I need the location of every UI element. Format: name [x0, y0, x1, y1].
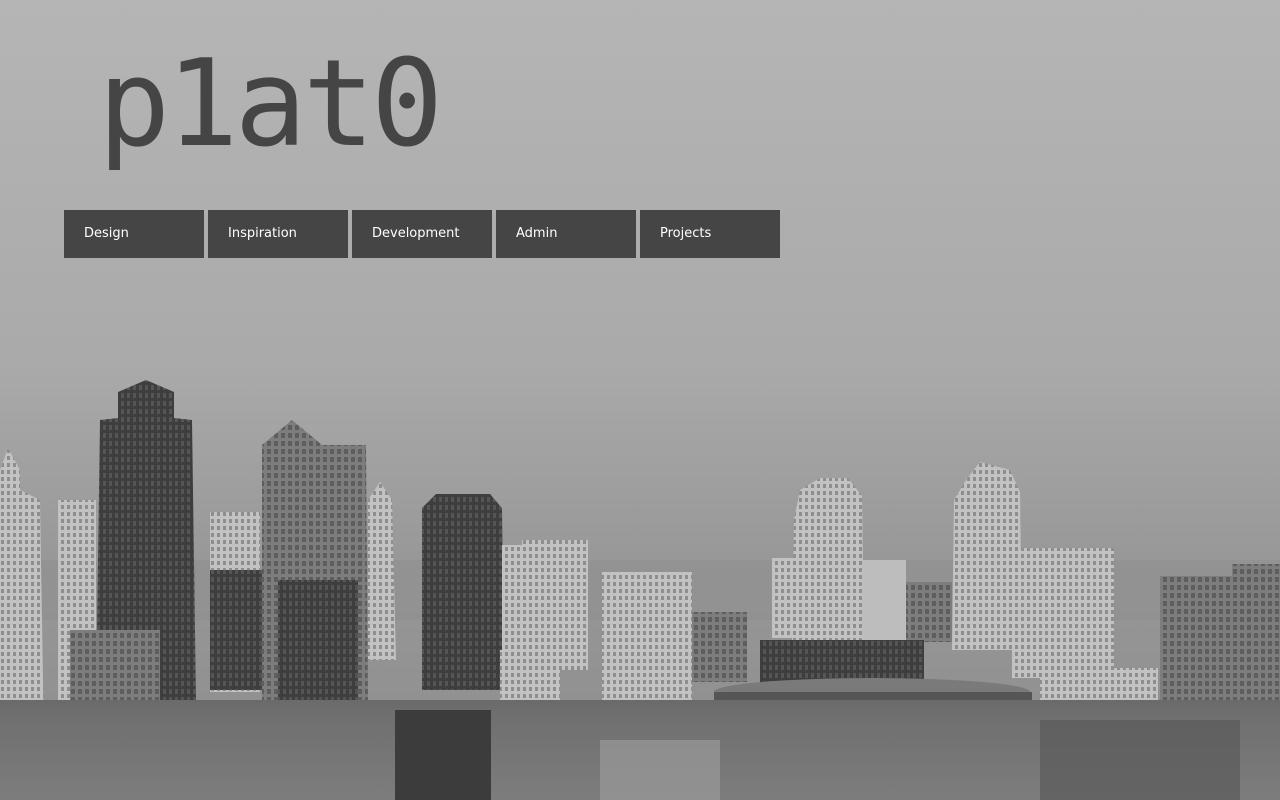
main-nav: Design Inspiration Development Admin Pro… — [64, 210, 780, 258]
nav-item-projects[interactable]: Projects — [640, 210, 780, 258]
site-logo[interactable]: p1at0 — [98, 30, 443, 180]
page: p1at0 Design Inspiration Development Adm… — [0, 0, 1280, 800]
nav-item-admin[interactable]: Admin — [496, 210, 636, 258]
nav-item-inspiration[interactable]: Inspiration — [208, 210, 348, 258]
nav-item-design[interactable]: Design — [64, 210, 204, 258]
nav-item-development[interactable]: Development — [352, 210, 492, 258]
